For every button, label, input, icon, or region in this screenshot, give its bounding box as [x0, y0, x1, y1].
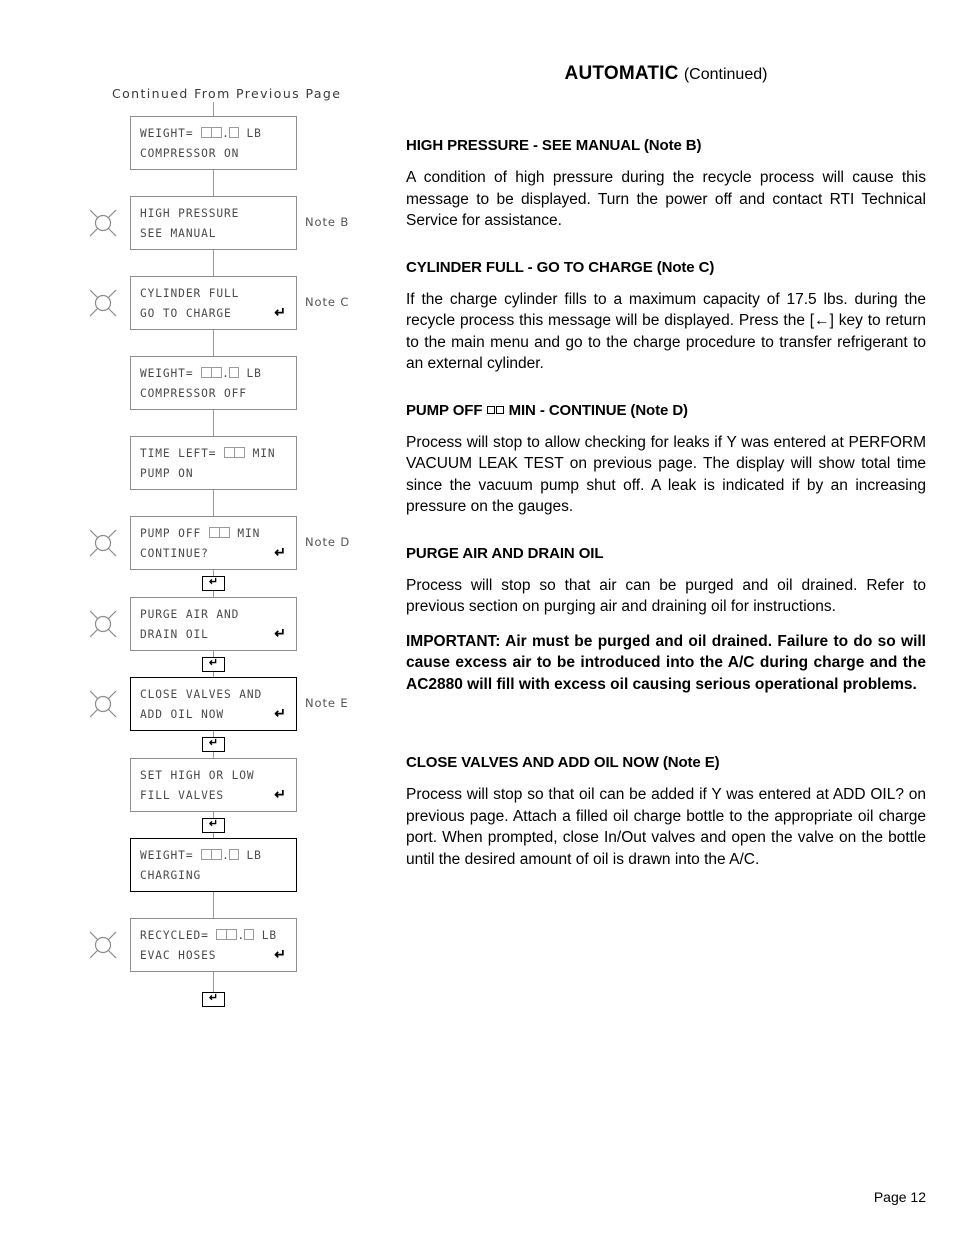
- flow-box-recycled-evac-hoses: RECYCLED= . LB EVAC HOSES ↵: [130, 918, 297, 972]
- section-heading: CLOSE VALVES AND ADD OIL NOW (Note E): [406, 754, 720, 771]
- section-paragraph: A condition of high pressure during the …: [406, 169, 926, 229]
- flow-box-purge-air-drain-oil: PURGE AIR AND DRAIN OIL ↵: [130, 597, 297, 651]
- flow-box-line-2: PUMP ON: [140, 467, 194, 480]
- flow-box-line-2: COMPRESSOR ON: [140, 147, 240, 160]
- flowchart-top-label: Continued From Previous Page: [112, 86, 342, 101]
- flow-connector: [213, 972, 214, 994]
- enter-key-badge: ↵: [202, 737, 225, 752]
- flow-box-pump-off-continue: PUMP OFF MIN CONTINUE? ↵: [130, 516, 297, 570]
- enter-key-icon: ↵: [274, 946, 286, 962]
- section-paragraph: Process will stop so that oil can be add…: [406, 786, 926, 868]
- flow-box-line-1: WEIGHT= . LB: [140, 849, 262, 862]
- flow-connector: [213, 490, 214, 516]
- flow-connector: [213, 330, 214, 356]
- flow-box-line-1: PURGE AIR AND: [140, 608, 240, 621]
- blank-digit-box: [496, 405, 505, 414]
- enter-key-badge: ↵: [202, 992, 225, 1007]
- flow-box-line-2: ADD OIL NOW: [140, 708, 224, 721]
- enter-key-badge: ↵: [202, 656, 225, 672]
- flow-box-line-1: WEIGHT= . LB: [140, 367, 262, 380]
- flow-box-line-1: CLOSE VALVES AND: [140, 688, 263, 701]
- flow-box-set-fill-valves: SET HIGH OR LOW FILL VALVES ↵: [130, 758, 297, 812]
- page-title-main: AUTOMATIC: [564, 63, 679, 84]
- section-high-pressure: HIGH PRESSURE - SEE MANUAL (Note B) A co…: [406, 136, 926, 232]
- flow-connector: [213, 250, 214, 276]
- flow-note-label: Note D: [305, 535, 351, 549]
- section-heading: PUMP OFF MIN - CONTINUE (Note D): [406, 401, 926, 421]
- attention-burst-icon: [88, 609, 118, 639]
- blank-digit-box: [487, 405, 496, 414]
- section-heading-pre: PUMP OFF: [406, 401, 483, 419]
- attention-burst-icon: [88, 930, 118, 960]
- flow-box-weight-charging: WEIGHT= . LB CHARGING: [130, 838, 297, 892]
- enter-key-icon: ↵: [274, 786, 286, 802]
- enter-key-badge: ↵: [202, 576, 225, 591]
- flow-box-high-pressure: HIGH PRESSURE SEE MANUAL: [130, 196, 297, 250]
- flow-box-line-2: FILL VALVES: [140, 789, 224, 802]
- page-title-sub: (Continued): [683, 66, 768, 83]
- flow-box-close-valves-add-oil: CLOSE VALVES AND ADD OIL NOW ↵: [130, 677, 297, 731]
- flow-box-line-2: SEE MANUAL: [140, 227, 217, 240]
- section-paragraph: Process will stop so that air can be pur…: [406, 576, 926, 616]
- flow-box-line-2: COMPRESSOR OFF: [140, 387, 247, 400]
- flow-connector: [213, 170, 214, 196]
- document-body: HIGH PRESSURE - SEE MANUAL (Note B) A co…: [406, 136, 926, 892]
- section-paragraph: If the charge cylinder fills to a maximu…: [406, 290, 926, 373]
- page-number: Page 12: [873, 1189, 926, 1205]
- flow-box-line-1: PUMP OFF MIN: [140, 527, 261, 540]
- flow-box-weight-compressor-on: WEIGHT= . LB COMPRESSOR ON: [130, 116, 297, 170]
- flow-box-line-2: CONTINUE?: [140, 547, 209, 560]
- flow-box-line-1: RECYCLED= . LB: [140, 929, 278, 942]
- attention-burst-icon: [88, 528, 118, 558]
- flow-box-weight-compressor-off: WEIGHT= . LB COMPRESSOR OFF: [130, 356, 297, 410]
- section-heading-post: MIN - CONTINUE (Note D): [508, 401, 688, 419]
- attention-burst-icon: [88, 288, 118, 318]
- section-pump-off: PUMP OFF MIN - CONTINUE (Note D) Process…: [406, 401, 926, 518]
- enter-key-icon: ↵: [274, 705, 286, 721]
- section-heading: CYLINDER FULL - GO TO CHARGE (Note C): [406, 258, 715, 276]
- section-heading: HIGH PRESSURE - SEE MANUAL (Note B): [406, 137, 702, 154]
- section-paragraph: Process will stop to allow checking for …: [406, 433, 926, 516]
- flow-box-line-1: WEIGHT= . LB: [140, 127, 262, 140]
- section-paragraph-important: IMPORTANT: Air must be purged and oil dr…: [406, 632, 926, 693]
- section-purge-air: PURGE AIR AND DRAIN OIL Process will sto…: [406, 544, 926, 696]
- flow-connector: [213, 410, 214, 436]
- flow-box-line-2: CHARGING: [140, 869, 202, 882]
- enter-key-icon: ↵: [274, 304, 286, 320]
- flow-note-label: Note B: [305, 215, 350, 229]
- flow-box-line-1: HIGH PRESSURE: [140, 207, 240, 220]
- flow-box-line-1: SET HIGH OR LOW: [140, 769, 255, 782]
- flow-connector: [213, 102, 214, 116]
- flow-note-label: Note E: [305, 696, 349, 710]
- flow-box-line-1: CYLINDER FULL: [140, 287, 240, 300]
- attention-burst-icon: [88, 689, 118, 719]
- flow-box-line-2: EVAC HOSES: [140, 949, 217, 962]
- enter-key-badge: ↵: [202, 817, 225, 833]
- attention-burst-icon: [88, 208, 118, 238]
- flow-box-line-2: GO TO CHARGE: [140, 307, 232, 320]
- section-cylinder-full: CYLINDER FULL - GO TO CHARGE (Note C) If…: [406, 258, 926, 375]
- section-close-valves: CLOSE VALVES AND ADD OIL NOW (Note E) Pr…: [406, 753, 926, 870]
- section-heading: PURGE AIR AND DRAIN OIL: [406, 544, 604, 562]
- flow-note-label: Note C: [305, 295, 350, 309]
- flow-connector: [213, 892, 214, 918]
- flowchart: Continued From Previous Page WEIGHT= . L…: [0, 0, 400, 1050]
- flow-box-line-2: DRAIN OIL: [140, 628, 209, 641]
- flow-box-cylinder-full: CYLINDER FULL GO TO CHARGE ↵: [130, 276, 297, 330]
- enter-key-icon: ↵: [274, 625, 286, 641]
- enter-key-icon: ↵: [274, 544, 286, 560]
- flow-box-line-1: TIME LEFT= MIN: [140, 447, 276, 460]
- flow-box-time-left-pump-on: TIME LEFT= MIN PUMP ON: [130, 436, 297, 490]
- page-title: AUTOMATIC (Continued): [406, 62, 926, 87]
